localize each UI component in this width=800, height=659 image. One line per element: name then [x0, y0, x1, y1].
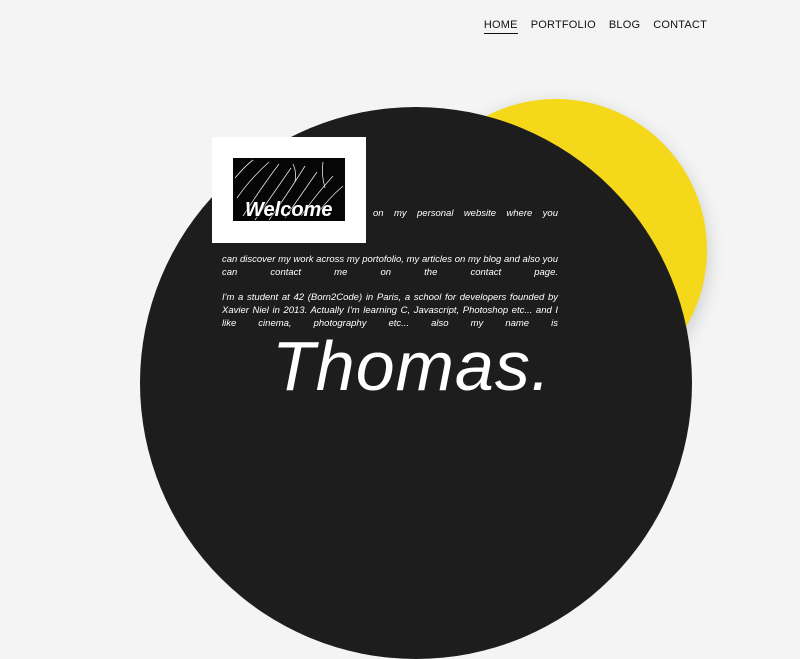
name-heading: Thomas.: [272, 327, 552, 405]
welcome-card: Welcome: [212, 137, 366, 243]
main-nav: HOME PORTFOLIO BLOG CONTACT: [483, 19, 707, 34]
intro-paragraph-2: I'm a student at 42 (Born2Code) in Paris…: [222, 292, 558, 329]
intro-paragraph-1: can discover my work across my portofoli…: [222, 254, 558, 278]
welcome-heading: Welcome: [245, 199, 333, 221]
nav-portfolio-link[interactable]: PORTFOLIO: [531, 19, 596, 34]
intro-text-tail: on my personal website where you: [373, 208, 558, 219]
nav-home-link[interactable]: HOME: [483, 19, 518, 34]
nav-contact-link[interactable]: CONTACT: [653, 19, 707, 34]
nav-blog-link[interactable]: BLOG: [609, 19, 640, 34]
